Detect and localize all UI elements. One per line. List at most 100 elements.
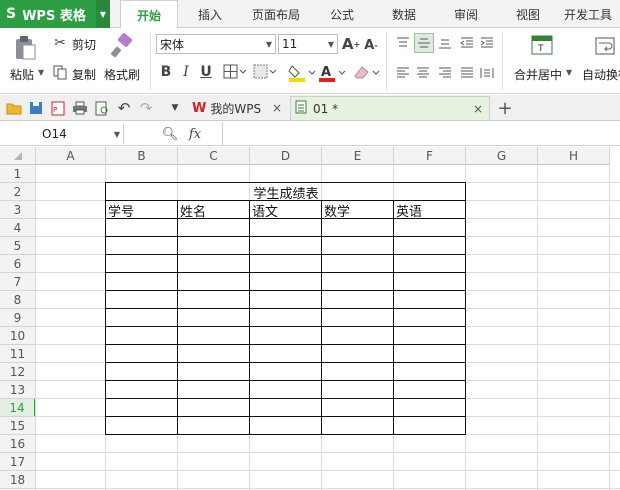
decrease-font-icon[interactable]: A- [362, 36, 380, 54]
row-header-14[interactable]: 14 [0, 399, 36, 417]
menu-bar: S WPS 表格 ▼ 开始 插入 页面布局 公式 数据 审阅 视图 开发工具 [0, 0, 620, 29]
customize-toolbar-icon[interactable]: ▼ [168, 100, 182, 116]
tab-page-layout[interactable]: 页面布局 [244, 0, 308, 28]
paste-label[interactable]: 粘贴 [10, 66, 34, 83]
column-header-h[interactable]: H [538, 147, 610, 165]
merge-center-label[interactable]: 合并居中 [514, 66, 562, 83]
format-painter-icon[interactable] [108, 32, 136, 60]
row-header-2[interactable]: 2 [0, 183, 36, 201]
clear-format-icon[interactable] [352, 63, 380, 83]
row-header-3[interactable]: 3 [0, 201, 36, 219]
new-tab-plus-icon[interactable]: + [496, 98, 514, 119]
font-color-icon[interactable]: A [318, 63, 346, 83]
tab-data[interactable]: 数据 [380, 0, 428, 28]
open-folder-icon[interactable] [6, 100, 22, 116]
align-middle-icon[interactable] [414, 33, 434, 53]
row-header-4[interactable]: 4 [0, 219, 36, 237]
undo-icon[interactable]: ↶ [116, 99, 132, 117]
bold-icon[interactable]: B [158, 62, 174, 82]
doc-tab-my-wps[interactable]: W 我的WPS × [188, 96, 288, 120]
scissors-icon[interactable]: ✂ [52, 35, 68, 51]
column-header-g[interactable]: G [466, 147, 538, 165]
close-icon[interactable]: × [272, 101, 282, 115]
merge-dropdown-icon[interactable]: ▼ [566, 68, 572, 77]
doc-tab-active[interactable]: 01 * × [290, 96, 490, 120]
table-title[interactable]: 学生成绩表 [106, 183, 466, 202]
distributed-align-icon[interactable] [478, 64, 496, 82]
row-header-11[interactable]: 11 [0, 345, 36, 363]
app-menu-button[interactable]: S WPS 表格 ▼ [0, 0, 110, 28]
paste-icon[interactable] [12, 34, 38, 62]
cut-label[interactable]: 剪切 [72, 36, 96, 53]
merge-center-icon[interactable]: T [530, 34, 554, 56]
tab-insert[interactable]: 插入 [184, 0, 236, 28]
increase-font-icon[interactable]: A + [342, 34, 360, 54]
decrease-indent-icon[interactable] [458, 34, 476, 52]
row-header-16[interactable]: 16 [0, 435, 36, 453]
redo-icon[interactable]: ↷ [138, 99, 154, 117]
tab-view[interactable]: 视图 [504, 0, 552, 28]
copy-label[interactable]: 复制 [72, 66, 96, 83]
select-all-corner[interactable] [0, 147, 36, 165]
table-border [393, 200, 394, 435]
row-header-5[interactable]: 5 [0, 237, 36, 255]
column-header-e[interactable]: E [322, 147, 394, 165]
tab-formula[interactable]: 公式 [318, 0, 366, 28]
underline-icon[interactable]: U [198, 62, 214, 82]
tab-review[interactable]: 审阅 [442, 0, 490, 28]
font-size-select[interactable]: 11 ▼ [278, 34, 338, 54]
formula-input[interactable] [224, 124, 618, 144]
export-pdf-icon[interactable]: P [50, 100, 66, 116]
table-header-cell[interactable]: 姓名 [178, 201, 250, 220]
table-header-cell[interactable]: 数学 [322, 201, 394, 220]
borders-icon[interactable] [222, 63, 248, 81]
row-header-8[interactable]: 8 [0, 291, 36, 309]
row-header-18[interactable]: 18 [0, 471, 36, 489]
row-header-9[interactable]: 9 [0, 309, 36, 327]
name-box[interactable]: O14 ▼ [0, 124, 124, 144]
column-header-c[interactable]: C [178, 147, 250, 165]
paste-dropdown-icon[interactable]: ▼ [38, 68, 44, 77]
row-header-12[interactable]: 12 [0, 363, 36, 381]
fill-color-icon[interactable] [288, 63, 316, 83]
row-header-17[interactable]: 17 [0, 453, 36, 471]
format-painter-label[interactable]: 格式刷 [104, 66, 140, 83]
row-header-1[interactable]: 1 [0, 165, 36, 183]
align-left-icon[interactable] [394, 64, 412, 82]
column-header-b[interactable]: B [106, 147, 178, 165]
align-center-icon[interactable] [414, 64, 432, 82]
tab-developer[interactable]: 开发工具 [564, 0, 620, 28]
tab-home[interactable]: 开始 [120, 0, 178, 29]
search-function-icon[interactable]: 🔍︎ [162, 125, 179, 143]
copy-icon[interactable] [52, 64, 68, 80]
column-header-a[interactable]: A [36, 147, 106, 165]
table-header-cell[interactable]: 英语 [394, 201, 466, 220]
align-bottom-icon[interactable] [436, 34, 454, 52]
spreadsheet-grid[interactable]: ABCDEFGH 1 2 3 4 5 6 7 8 9 10 11 12 13 14 15 16 17 18 学生成… [0, 147, 620, 490]
table-header-cell[interactable]: 语文 [250, 201, 322, 220]
tab-formula-label: 公式 [329, 7, 354, 22]
auto-wrap-icon[interactable] [594, 36, 616, 56]
close-icon[interactable]: × [473, 102, 483, 116]
align-right-icon[interactable] [436, 64, 454, 82]
row-header-15[interactable]: 15 [0, 417, 36, 435]
table-header-cell[interactable]: 学号 [106, 201, 178, 220]
fill-pattern-icon[interactable] [252, 63, 278, 81]
increase-indent-icon[interactable] [478, 34, 496, 52]
print-icon[interactable] [72, 100, 88, 116]
row-header-7[interactable]: 7 [0, 273, 36, 291]
insert-function-button[interactable]: fx [186, 125, 204, 143]
align-top-icon[interactable] [394, 34, 412, 52]
italic-icon[interactable]: I [178, 62, 194, 82]
row-header-6[interactable]: 6 [0, 255, 36, 273]
column-header-d[interactable]: D [250, 147, 322, 165]
print-preview-icon[interactable] [94, 100, 110, 116]
justify-icon[interactable] [458, 64, 476, 82]
row-header-10[interactable]: 10 [0, 327, 36, 345]
column-header-f[interactable]: F [394, 147, 466, 165]
font-name-select[interactable]: 宋体 ▼ [156, 34, 276, 54]
row-header-13[interactable]: 13 [0, 381, 36, 399]
app-menu-dropdown-icon[interactable]: ▼ [96, 0, 110, 28]
auto-wrap-label[interactable]: 自动换行 [582, 66, 620, 83]
save-icon[interactable] [28, 100, 44, 116]
